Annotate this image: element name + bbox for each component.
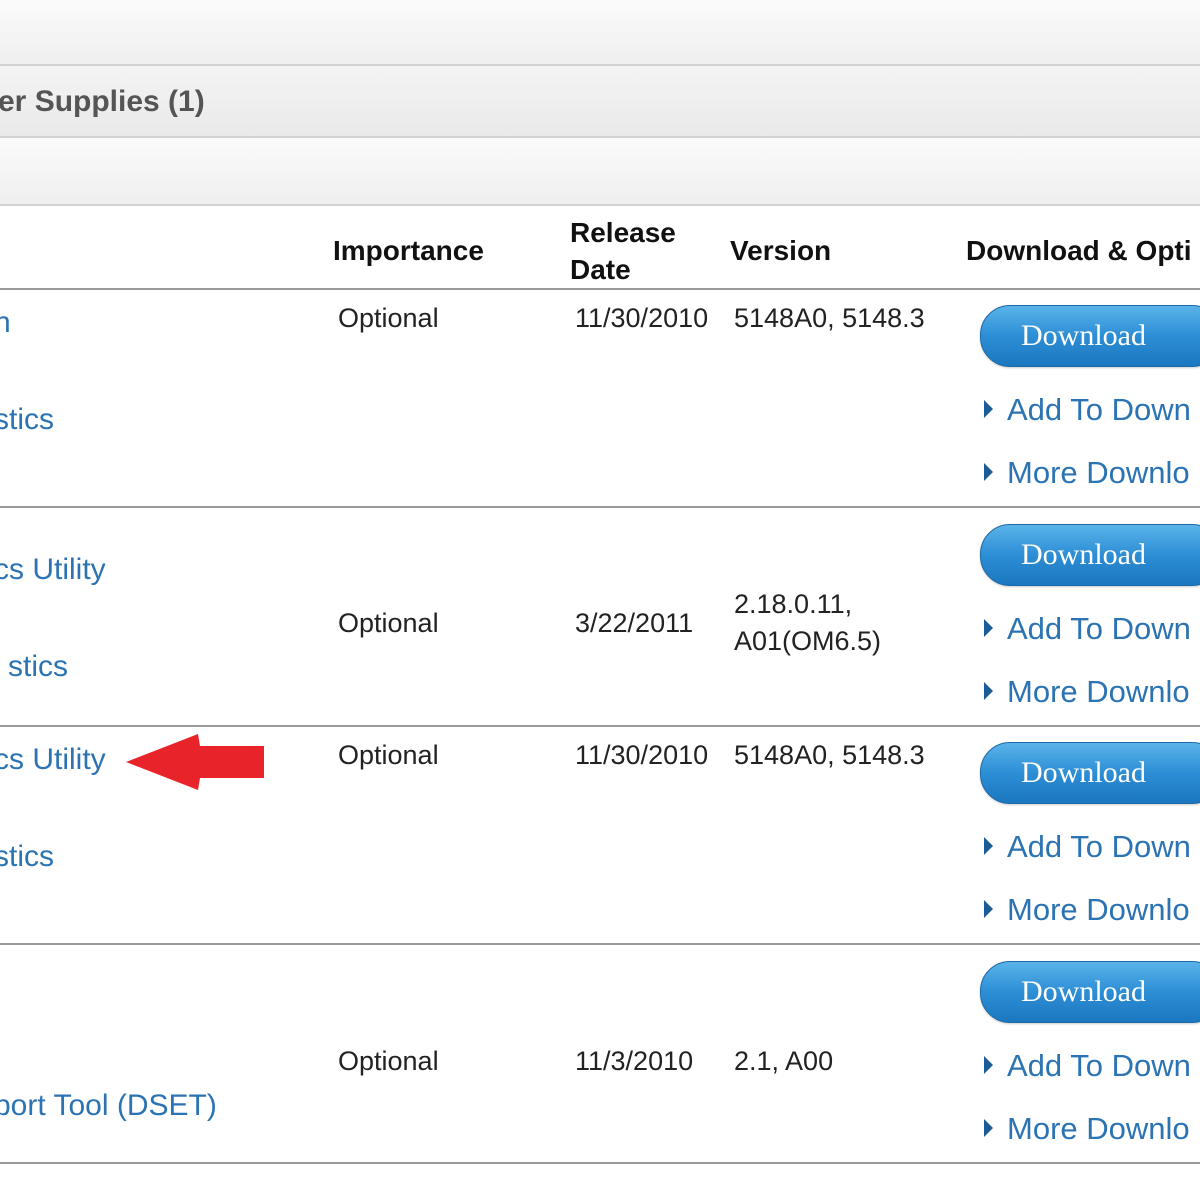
arrow-right-icon xyxy=(984,1119,993,1137)
more-download-label: More Downlo xyxy=(1007,1111,1190,1146)
importance-cell: Optional xyxy=(338,1046,439,1076)
arrow-right-icon xyxy=(984,463,993,481)
add-to-download-label: Add To Down xyxy=(1007,611,1191,646)
version-cell: 2.18.0.11, A01(OM6.5) xyxy=(734,586,881,660)
more-download-label: More Downlo xyxy=(1007,892,1190,927)
row-divider xyxy=(0,725,1200,727)
col-header-version[interactable]: Version xyxy=(730,232,831,269)
version-line2: A01(OM6.5) xyxy=(734,626,882,656)
add-to-download-list-link[interactable]: Add To Down xyxy=(984,392,1191,428)
add-to-download-label: Add To Down xyxy=(1007,392,1191,427)
driver-link[interactable]: port Tool (DSET) xyxy=(0,1089,217,1123)
add-to-download-list-link[interactable]: Add To Down xyxy=(984,611,1191,647)
red-arrow-annotation-icon xyxy=(126,734,264,790)
version-line1: 2.1, A00 xyxy=(734,1046,834,1076)
version-cell: 5148A0, 5148.3 xyxy=(734,300,925,337)
driver-link[interactable]: cs Utility xyxy=(0,743,106,777)
arrow-right-icon xyxy=(984,400,993,418)
release-date-cell: 3/22/2011 xyxy=(575,608,694,638)
col-header-release[interactable]: Release Date xyxy=(570,214,676,288)
version-line1: 2.18.0.11, xyxy=(734,589,853,619)
add-to-download-label: Add To Down xyxy=(1007,829,1191,864)
more-download-options-link[interactable]: More Downlo xyxy=(984,892,1190,928)
driver-link[interactable]: cs Utility xyxy=(0,553,106,587)
row-divider xyxy=(0,1162,1200,1164)
arrow-right-icon xyxy=(984,837,993,855)
col-header-importance[interactable]: Importance xyxy=(333,232,484,269)
version-line1: 5148A0, 5148.3 xyxy=(734,303,925,333)
download-button[interactable]: Download xyxy=(980,742,1200,804)
importance-cell: Optional xyxy=(338,608,439,638)
release-date-cell: 11/30/2010 xyxy=(575,303,709,333)
more-download-options-link[interactable]: More Downlo xyxy=(984,1111,1190,1147)
arrow-right-icon xyxy=(984,900,993,918)
add-to-download-list-link[interactable]: Add To Down xyxy=(984,1048,1191,1084)
importance-cell: Optional xyxy=(338,303,439,333)
category-link[interactable]: stics xyxy=(0,840,54,874)
version-cell: 5148A0, 5148.3 xyxy=(734,737,925,774)
more-download-label: More Downlo xyxy=(1007,455,1190,490)
col-header-release-line2: Date xyxy=(570,254,631,285)
driver-link[interactable]: n xyxy=(0,306,11,340)
category-link[interactable]: stics xyxy=(0,403,54,437)
arrow-right-icon xyxy=(984,1056,993,1074)
release-date-cell: 11/3/2010 xyxy=(575,1046,694,1076)
download-button[interactable]: Download xyxy=(980,961,1200,1023)
row-divider xyxy=(0,506,1200,508)
release-date-cell: 11/30/2010 xyxy=(575,740,709,770)
download-button[interactable]: Download xyxy=(980,305,1200,367)
importance-cell: Optional xyxy=(338,740,439,770)
row-divider xyxy=(0,288,1200,290)
more-download-options-link[interactable]: More Downlo xyxy=(984,455,1190,491)
arrow-right-icon xyxy=(984,619,993,637)
row-divider xyxy=(0,943,1200,945)
col-header-release-line1: Release xyxy=(570,217,676,248)
category-link[interactable]: stics xyxy=(8,650,68,684)
arrow-right-icon xyxy=(984,682,993,700)
add-to-download-label: Add To Down xyxy=(1007,1048,1191,1083)
version-cell: 2.1, A00 xyxy=(734,1043,833,1080)
sub-band xyxy=(0,138,1200,206)
add-to-download-list-link[interactable]: Add To Down xyxy=(984,829,1191,865)
more-download-label: More Downlo xyxy=(1007,674,1190,709)
col-header-download-options: Download & Opti xyxy=(966,235,1192,266)
category-label[interactable]: er Supplies (1) xyxy=(0,85,205,119)
version-line1: 5148A0, 5148.3 xyxy=(734,740,925,770)
more-download-options-link[interactable]: More Downlo xyxy=(984,674,1190,710)
download-button[interactable]: Download xyxy=(980,524,1200,586)
top-band xyxy=(0,0,1200,66)
